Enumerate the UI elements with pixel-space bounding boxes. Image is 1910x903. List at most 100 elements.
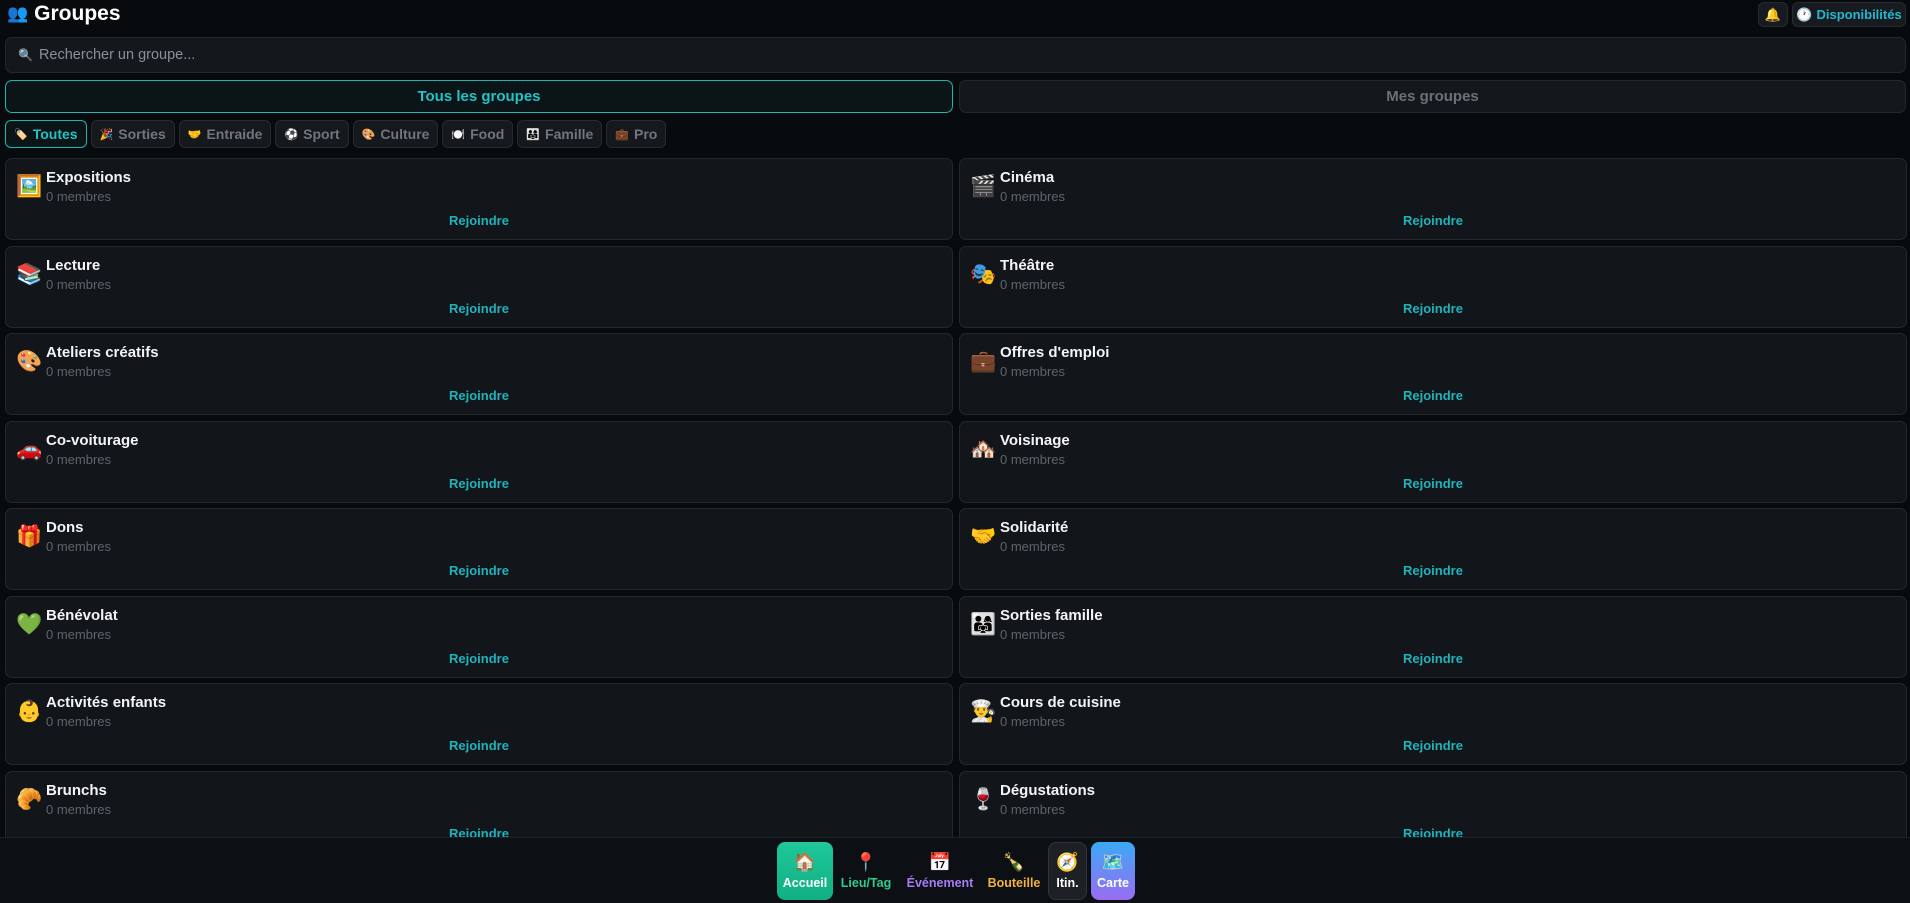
group-icon: 📚 <box>16 262 43 286</box>
nav-evenement[interactable]: 📅 Événement <box>903 842 977 900</box>
nav-label: Lieu/Tag <box>840 876 892 890</box>
nav-accueil[interactable]: 🏠 Accueil <box>777 842 833 900</box>
group-card: 🤝 Solidarité 0 membres Rejoindre <box>959 508 1907 590</box>
search-icon: 🔍 <box>18 48 33 62</box>
group-card: 🎭 Théâtre 0 membres Rejoindre <box>959 245 1907 328</box>
member-count: 0 membres <box>1000 714 1066 729</box>
join-button[interactable]: Rejoindre <box>960 301 1906 316</box>
tab-my-groups[interactable]: Mes groupes <box>959 80 1906 113</box>
chip-icon: 💼 <box>615 128 629 141</box>
home-icon: 🏠 <box>793 852 817 872</box>
availability-button[interactable]: 🕐 Disponibilités <box>1792 2 1906 27</box>
availability-label: Disponibilités <box>1816 7 1902 22</box>
group-name: Brunchs <box>46 781 107 799</box>
nav-label: Accueil <box>782 876 828 890</box>
nav-lieu-tag[interactable]: 📍 Lieu/Tag <box>838 842 894 900</box>
group-name: Activités enfants <box>46 694 167 711</box>
nav-itineraire[interactable]: 🧭 Itin. <box>1048 842 1087 900</box>
group-card: 👶 Activités enfants 0 membres Rejoindre <box>5 683 953 765</box>
filter-chip-sorties[interactable]: 🎉 Sorties <box>90 120 175 148</box>
member-count: 0 membres <box>46 189 112 204</box>
member-count: 0 membres <box>46 539 112 554</box>
filter-chip-sport[interactable]: ⚽ Sport <box>275 120 349 148</box>
group-name: Sorties famille <box>1000 606 1103 624</box>
member-count: 0 membres <box>1000 451 1066 467</box>
chip-icon: 🎉 <box>99 128 114 141</box>
nav-label: Itin. <box>1056 876 1079 890</box>
group-icon: 🎬 <box>970 175 997 198</box>
group-name: Dons <box>46 519 84 536</box>
group-card: 🏘️ Voisinage 0 membres Rejoindre <box>959 420 1907 503</box>
group-card: 🖼️ Expositions 0 membres Rejoindre <box>5 158 953 240</box>
chip-label: Culture <box>380 126 430 142</box>
group-name: Ateliers créatifs <box>46 344 159 361</box>
filter-chip-culture[interactable]: 🎨 Culture <box>352 120 439 148</box>
member-count: 0 membres <box>46 626 112 642</box>
group-name: Théâtre <box>1000 256 1055 274</box>
group-icon: 👥 <box>7 4 29 23</box>
chip-icon: 🍽️ <box>451 128 466 141</box>
filter-chip-entraide[interactable]: 🤝 Entraide <box>178 120 272 148</box>
bell-icon: 🔔 <box>1764 6 1782 22</box>
filter-chip-food[interactable]: 🍽️ Food <box>442 120 514 148</box>
bottle-icon: 🍾 <box>1002 852 1026 872</box>
group-name: Dégustations <box>1000 781 1096 799</box>
chip-icon: 🎨 <box>361 128 376 141</box>
filter-chip-toutes[interactable]: 🏷️ Toutes <box>5 120 87 148</box>
compass-icon: 🧭 <box>1056 852 1079 872</box>
member-count: 0 membres <box>46 714 112 729</box>
join-button[interactable]: Rejoindre <box>6 301 952 316</box>
member-count: 0 membres <box>1000 276 1066 292</box>
group-card: 🎁 Dons 0 membres Rejoindre <box>5 508 953 590</box>
chip-label: Sport <box>303 126 340 142</box>
join-button[interactable]: Rejoindre <box>6 738 952 753</box>
search-input[interactable] <box>38 47 1905 63</box>
group-icon: 💚 <box>16 612 43 636</box>
bottom-navigation: 🏠 Accueil 📍 Lieu/Tag 📅 Événement 🍾 Boute… <box>0 837 1910 903</box>
member-count: 0 membres <box>1000 801 1066 817</box>
group-card: 💚 Bénévolat 0 membres Rejoindre <box>5 595 953 678</box>
notifications-button[interactable]: 🔔 <box>1758 2 1788 27</box>
join-button[interactable]: Rejoindre <box>6 651 952 666</box>
member-count: 0 membres <box>1000 364 1066 379</box>
group-name: Bénévolat <box>46 606 118 624</box>
nav-label: Événement <box>906 876 974 890</box>
group-icon: 👶 <box>16 700 43 723</box>
nav-label: Carte <box>1097 876 1129 890</box>
member-count: 0 membres <box>46 276 112 292</box>
group-icon: 🚗 <box>16 437 43 461</box>
group-name: Expositions <box>46 169 132 186</box>
group-card: 👨‍🍳 Cours de cuisine 0 membres Rejoindre <box>959 683 1907 765</box>
member-count: 0 membres <box>46 364 112 379</box>
group-name: Co-voiturage <box>46 431 139 449</box>
join-button[interactable]: Rejoindre <box>960 651 1906 666</box>
filter-chip-pro[interactable]: 💼 Pro <box>606 120 667 148</box>
nav-bouteille[interactable]: 🍾 Bouteille <box>983 842 1045 900</box>
tab-all-groups[interactable]: Tous les groupes <box>5 80 953 113</box>
join-button[interactable]: Rejoindre <box>960 476 1906 491</box>
join-button[interactable]: Rejoindre <box>960 213 1906 228</box>
page-title: Groupes <box>34 2 121 25</box>
filter-chip-famille[interactable]: 👨‍👩‍👧 Famille <box>517 120 603 148</box>
group-card: 👨‍👩‍👧 Sorties famille 0 membres Rejoindre <box>959 595 1907 678</box>
group-icon: 🎭 <box>970 262 997 286</box>
map-icon: 🗺️ <box>1101 852 1125 872</box>
group-icon: 🏘️ <box>970 437 997 461</box>
join-button[interactable]: Rejoindre <box>6 388 952 403</box>
join-button[interactable]: Rejoindre <box>960 563 1906 578</box>
member-count: 0 membres <box>1000 626 1066 642</box>
join-button[interactable]: Rejoindre <box>960 388 1906 403</box>
chip-label: Toutes <box>32 126 78 142</box>
group-name: Solidarité <box>1000 519 1069 536</box>
group-name: Lecture <box>46 256 101 274</box>
chip-icon: 👨‍👩‍👧 <box>526 128 541 141</box>
join-button[interactable]: Rejoindre <box>960 738 1906 753</box>
group-card: 🚗 Co-voiturage 0 membres Rejoindre <box>5 420 953 503</box>
group-card: 📚 Lecture 0 membres Rejoindre <box>5 245 953 328</box>
header: 👥 Groupes 🔔 🕐 Disponibilités <box>0 0 1910 32</box>
join-button[interactable]: Rejoindre <box>6 213 952 228</box>
nav-carte[interactable]: 🗺️ Carte <box>1091 842 1135 900</box>
join-button[interactable]: Rejoindre <box>6 476 952 491</box>
group-name: Voisinage <box>1000 431 1070 449</box>
join-button[interactable]: Rejoindre <box>6 563 952 578</box>
